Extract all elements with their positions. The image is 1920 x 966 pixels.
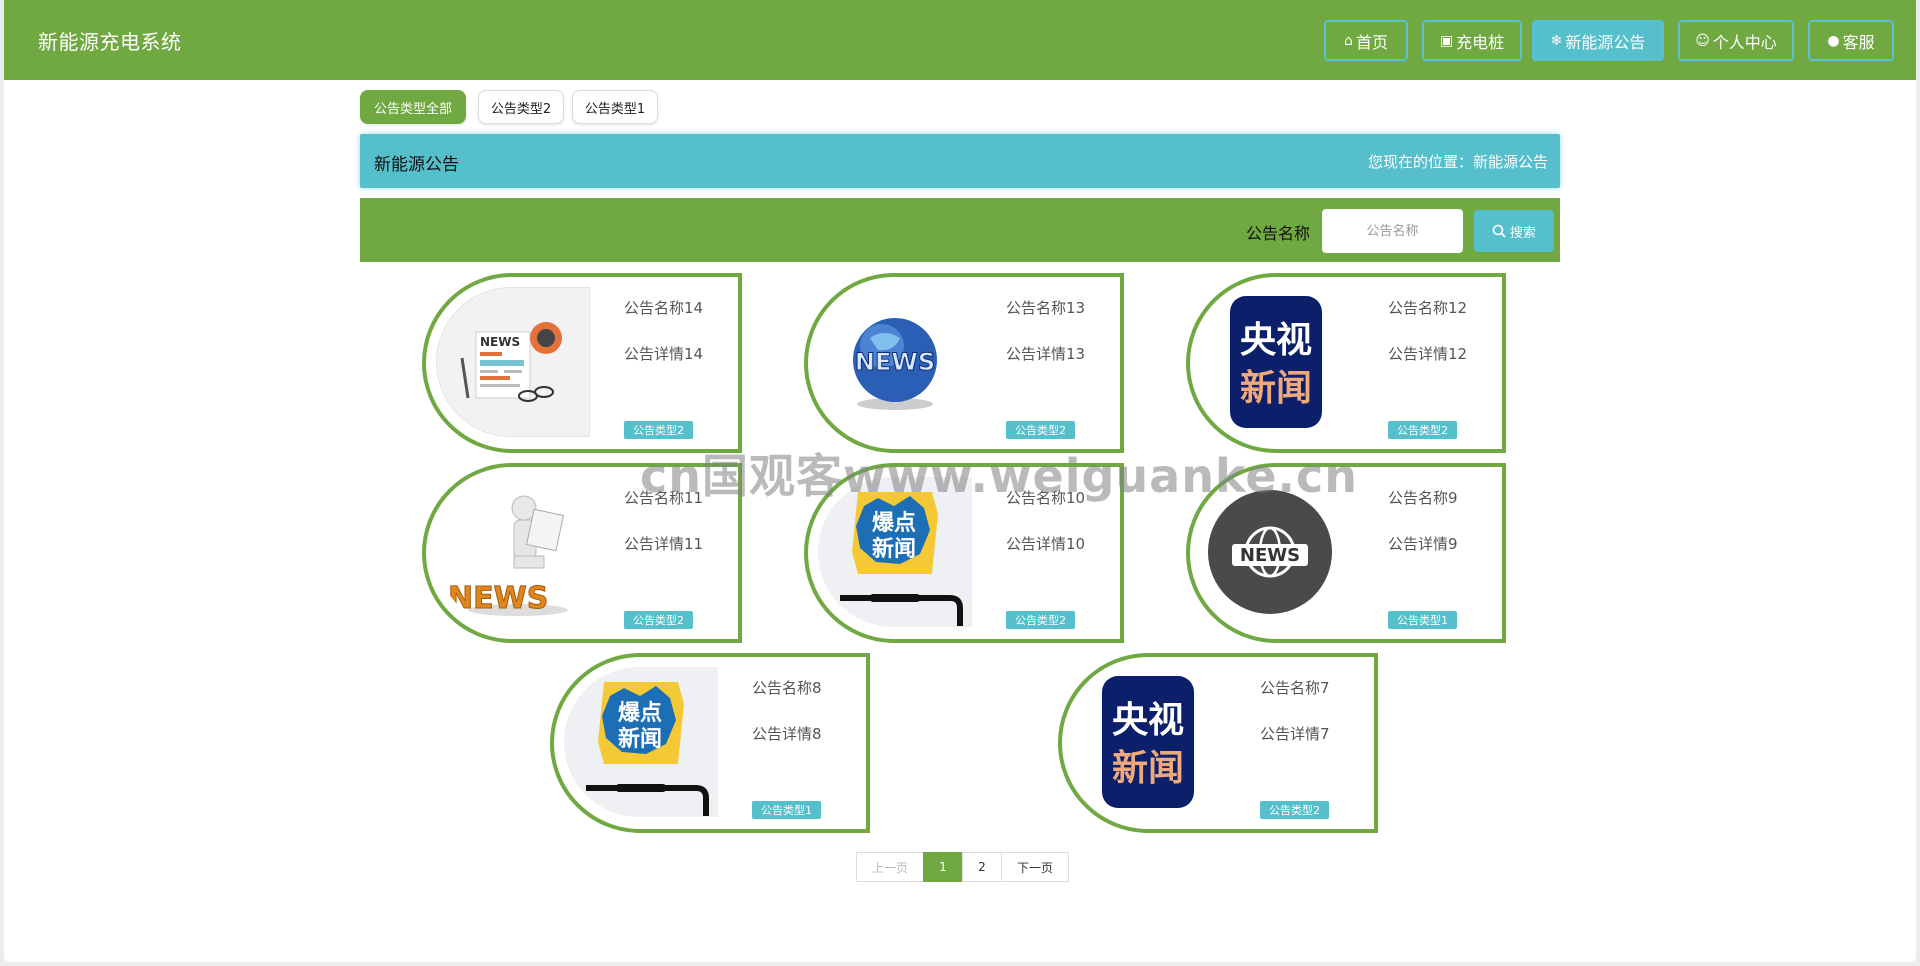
page-title: 新能源公告: [374, 155, 459, 175]
search-input[interactable]: [1322, 209, 1463, 253]
card-type-badge: 公告类型1: [752, 801, 821, 819]
breaking-line-1: 爆点: [872, 510, 916, 536]
search-icon: [1492, 224, 1506, 238]
card-type-badge: 公告类型2: [1006, 421, 1075, 439]
prev-page-button[interactable]: 上一页: [856, 852, 924, 882]
watermark: cn国观客www.weiguanke.cn: [640, 449, 1359, 503]
breaking-news-phone-image: 爆点 新闻: [564, 667, 718, 817]
announcement-card[interactable]: 央视 新闻 公告名称7 公告详情7 公告类型2: [1058, 653, 1378, 833]
home-icon: ⌂: [1344, 32, 1353, 49]
cctv-news-image: 央视 新闻: [1200, 287, 1354, 437]
announcement-card[interactable]: NEWS 公告名称14 公告详情14 公告类型2: [422, 273, 742, 453]
nav-charger-label: 充电桩: [1456, 32, 1505, 52]
top-header: 新能源充电系统 ⌂ 首页 ▣ 充电桩 ❄ 新能源公告 ☺ 个人中心 ● 客服: [4, 0, 1916, 80]
card-type-badge: 公告类型2: [1388, 421, 1457, 439]
section-title-bar: 新能源公告 您现在的位置：新能源公告: [360, 134, 1560, 188]
type-filter-1[interactable]: 公告类型1: [572, 90, 658, 124]
search-bar: 公告名称 搜索: [360, 198, 1560, 262]
nav-charger-button[interactable]: ▣ 充电桩: [1422, 20, 1522, 61]
card-detail: 公告详情7: [1260, 725, 1330, 743]
nav-service-label: 客服: [1842, 32, 1875, 52]
announcement-card[interactable]: 央视 新闻 公告名称12 公告详情12 公告类型2: [1186, 273, 1506, 453]
nav-home-button[interactable]: ⌂ 首页: [1324, 20, 1408, 61]
card-name: 公告名称8: [752, 679, 822, 697]
card-type-badge: 公告类型2: [624, 611, 693, 629]
card-detail: 公告详情14: [624, 345, 704, 363]
card-detail: 公告详情13: [1006, 345, 1086, 363]
nav-service-button[interactable]: ● 客服: [1808, 20, 1894, 61]
globe-news-image: NEWS: [818, 287, 972, 437]
cctv-news-image: 央视 新闻: [1072, 667, 1226, 817]
news-image-text: NEWS: [480, 335, 520, 349]
card-type-badge: 公告类型2: [1006, 611, 1075, 629]
card-detail: 公告详情9: [1388, 535, 1458, 553]
nav-announcement-button[interactable]: ❄ 新能源公告: [1532, 20, 1664, 61]
card-type-badge: 公告类型1: [1388, 611, 1457, 629]
card-detail: 公告详情11: [624, 535, 704, 553]
card-detail: 公告详情12: [1388, 345, 1468, 363]
user-icon: ☺: [1695, 32, 1710, 49]
breaking-line-2: 新闻: [872, 536, 916, 562]
search-button[interactable]: 搜索: [1474, 210, 1554, 252]
newspaper-news-image: NEWS: [436, 287, 590, 437]
nav-announcement-label: 新能源公告: [1565, 32, 1646, 52]
nav-profile-label: 个人中心: [1712, 32, 1777, 52]
breaking-line-1: 爆点: [618, 700, 662, 726]
cctv-line-1: 央视: [1240, 320, 1312, 361]
announcement-card[interactable]: 爆点 新闻 公告名称8 公告详情8 公告类型1: [550, 653, 870, 833]
next-page-button[interactable]: 下一页: [1001, 852, 1069, 882]
type-filter-all[interactable]: 公告类型全部: [360, 90, 466, 124]
announcement-card[interactable]: NEWS 公告名称13 公告详情13 公告类型2: [804, 273, 1124, 453]
cctv-line-1: 央视: [1112, 700, 1184, 741]
search-label: 公告名称: [1246, 224, 1311, 243]
page-button-1[interactable]: 1: [923, 852, 963, 882]
card-detail: 公告详情8: [752, 725, 822, 743]
figure-news-image: NEWS: [436, 477, 590, 627]
news-image-text: NEWS: [855, 348, 935, 376]
cctv-line-2: 新闻: [1112, 748, 1184, 789]
news-image-text: NEWS: [1240, 545, 1300, 566]
card-name: 公告名称14: [624, 299, 704, 317]
nav-home-label: 首页: [1355, 32, 1388, 52]
breaking-line-2: 新闻: [618, 726, 662, 752]
charger-icon: ▣: [1439, 32, 1454, 49]
site-brand[interactable]: 新能源充电系统: [38, 26, 182, 55]
card-name: 公告名称12: [1388, 299, 1468, 317]
type-filter-2[interactable]: 公告类型2: [478, 90, 564, 124]
page-button-2[interactable]: 2: [962, 852, 1002, 882]
news-image-text: NEWS: [448, 581, 548, 616]
card-name: 公告名称13: [1006, 299, 1086, 317]
wechat-icon: ●: [1827, 32, 1840, 49]
card-type-badge: 公告类型2: [1260, 801, 1329, 819]
card-name: 公告名称7: [1260, 679, 1330, 697]
card-type-badge: 公告类型2: [624, 421, 693, 439]
cctv-line-2: 新闻: [1240, 368, 1312, 409]
page-frame: 新能源充电系统 ⌂ 首页 ▣ 充电桩 ❄ 新能源公告 ☺ 个人中心 ● 客服 公…: [4, 0, 1916, 962]
card-detail: 公告详情10: [1006, 535, 1086, 553]
nav-profile-button[interactable]: ☺ 个人中心: [1678, 20, 1794, 61]
breadcrumb: 您现在的位置：新能源公告: [1367, 153, 1548, 171]
snowflake-icon: ❄: [1550, 32, 1563, 49]
search-button-label: 搜索: [1509, 225, 1536, 241]
card-name: 公告名称9: [1388, 489, 1458, 507]
